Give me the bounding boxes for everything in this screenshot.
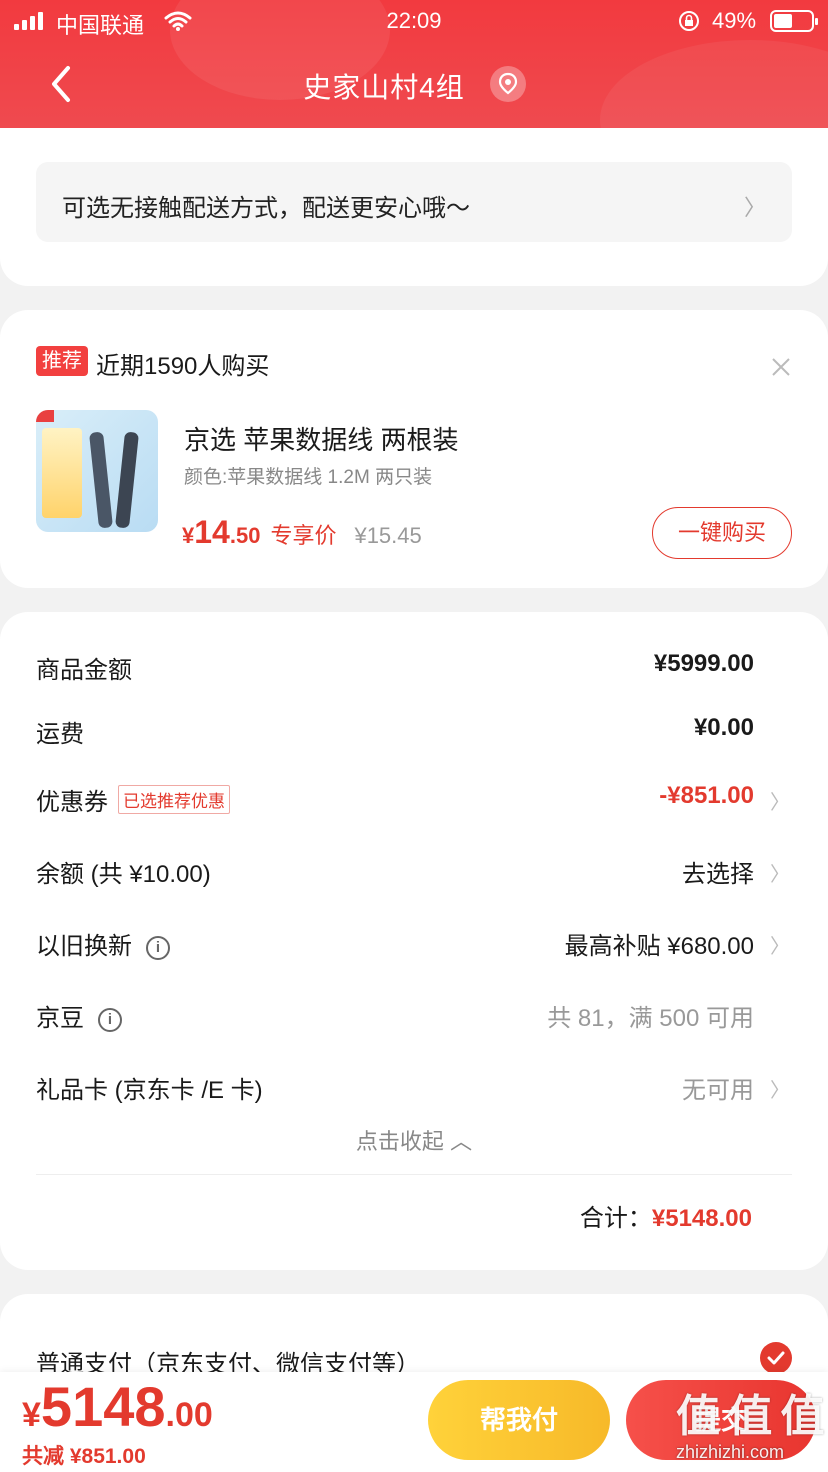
total-amount: ¥5148.00	[651, 1205, 752, 1232]
close-icon[interactable]	[770, 356, 792, 378]
product-name[interactable]: 京选 苹果数据线 两根装	[184, 420, 458, 457]
trade-in-row[interactable]: 以旧换新 i 最高补贴 ¥680.00 〉	[36, 926, 792, 966]
chevron-up-icon: ︿	[450, 1129, 473, 1154]
info-icon[interactable]: i	[98, 1008, 122, 1032]
clock: 22:09	[386, 8, 442, 33]
delivery-card: 可选无接触配送方式，配送更安心哦～ 〉	[0, 128, 828, 286]
original-price: ¥15.45	[354, 523, 422, 548]
balance-row[interactable]: 余额 (共 ¥10.00) 去选择 〉	[36, 854, 792, 894]
balance-label: 余额 (共 ¥10.00)	[36, 861, 211, 888]
coupon-label-group: 优惠券 已选推荐优惠	[36, 782, 230, 817]
trade-in-label: 以旧换新	[36, 933, 132, 960]
gift-card-row[interactable]: 礼品卡 (京东卡 /E 卡) 无可用 〉	[36, 1070, 792, 1110]
gift-card-value: 无可用	[682, 1077, 754, 1104]
goods-amount-row: 商品金额 ¥5999.00	[36, 650, 792, 690]
gift-card-label: 礼品卡 (京东卡 /E 卡)	[36, 1077, 263, 1104]
recommendation-card: 推荐 近期1590人购买 京选 苹果数据线 两根装 颜色:苹果数据线 1.2M …	[0, 310, 828, 588]
trade-in-label-group: 以旧换新 i	[36, 926, 170, 961]
final-price-integer: 5148	[40, 1375, 166, 1438]
jingdou-label-group: 京豆 i	[36, 998, 122, 1033]
chevron-right-icon: 〉	[770, 864, 790, 886]
battery-percent: 49%	[712, 8, 757, 33]
delivery-text: 可选无接触配送方式，配送更安心哦～	[62, 195, 470, 222]
total-discount: 共减 ¥851.00	[22, 1445, 146, 1468]
shipping-label: 运费	[36, 721, 84, 748]
collapse-toggle[interactable]: 点击收起 ︿	[0, 1124, 828, 1156]
contactless-delivery-option[interactable]: 可选无接触配送方式，配送更安心哦～ 〉	[36, 162, 792, 242]
checkmark-icon[interactable]	[760, 1342, 792, 1374]
final-price: ¥ 5148 .00	[22, 1374, 213, 1439]
header-bar: 中国联通 22:09 49% 史家山村4组	[0, 0, 828, 128]
status-bar: 中国联通 22:09 49%	[0, 0, 828, 44]
shipping-row: 运费 ¥0.00	[36, 714, 792, 754]
chevron-right-icon: 〉	[770, 792, 790, 814]
watermark-url: zhizhizhi.com	[676, 1442, 785, 1462]
location-pin-icon[interactable]	[490, 66, 526, 102]
one-click-buy-button[interactable]: 一键购买	[652, 507, 792, 559]
coupon-label: 优惠券	[36, 789, 108, 816]
price-integer: 14	[194, 514, 230, 550]
orientation-lock-icon	[679, 11, 699, 31]
order-summary-card: 商品金额 ¥5999.00 运费 ¥0.00 优惠券 已选推荐优惠 -¥851.0…	[0, 612, 828, 1270]
jingdou-value: 共 81，满 500 可用	[547, 1005, 754, 1032]
address-title[interactable]: 史家山村4组	[0, 66, 828, 106]
chevron-right-icon: 〉	[770, 1080, 790, 1102]
coupon-row[interactable]: 优惠券 已选推荐优惠 -¥851.00 〉	[36, 782, 792, 822]
battery-icon	[770, 10, 818, 32]
goods-amount-label: 商品金额	[36, 657, 132, 684]
goods-amount-value: ¥5999.00	[653, 650, 754, 677]
trade-in-value: 最高补贴 ¥680.00	[564, 933, 754, 960]
final-price-decimal: .00	[165, 1396, 213, 1434]
shipping-value: ¥0.00	[693, 714, 754, 741]
collapse-label: 点击收起	[355, 1129, 444, 1154]
coupon-selected-tag: 已选推荐优惠	[118, 785, 230, 814]
jingdou-label: 京豆	[36, 1005, 84, 1032]
divider	[36, 1174, 792, 1175]
help-me-pay-button[interactable]: 帮我付	[428, 1380, 610, 1460]
recommend-badge: 推荐	[36, 346, 88, 376]
recommend-text: 近期1590人购买	[96, 353, 270, 380]
product-spec: 颜色:苹果数据线 1.2M 两只装	[184, 467, 433, 488]
product-price: ¥ 14 .50 专享价 ¥15.45	[182, 514, 422, 551]
product-image[interactable]	[36, 410, 158, 532]
chevron-right-icon: 〉	[770, 936, 790, 958]
final-price-currency: ¥	[22, 1396, 41, 1434]
price-currency: ¥	[182, 523, 195, 548]
coupon-value: -¥851.00	[659, 782, 754, 809]
total-label: 合计：	[579, 1205, 652, 1232]
balance-value: 去选择	[682, 861, 754, 888]
watermark-logo: 值 值 值	[676, 1392, 824, 1441]
total-row: 合计：¥5148.00	[580, 1198, 752, 1233]
exclusive-price-label: 专享价	[270, 523, 337, 548]
info-icon[interactable]: i	[146, 936, 170, 960]
jingdou-row: 京豆 i 共 81，满 500 可用	[36, 998, 792, 1038]
price-decimal: .50	[229, 523, 261, 548]
chevron-right-icon: 〉	[743, 195, 766, 220]
